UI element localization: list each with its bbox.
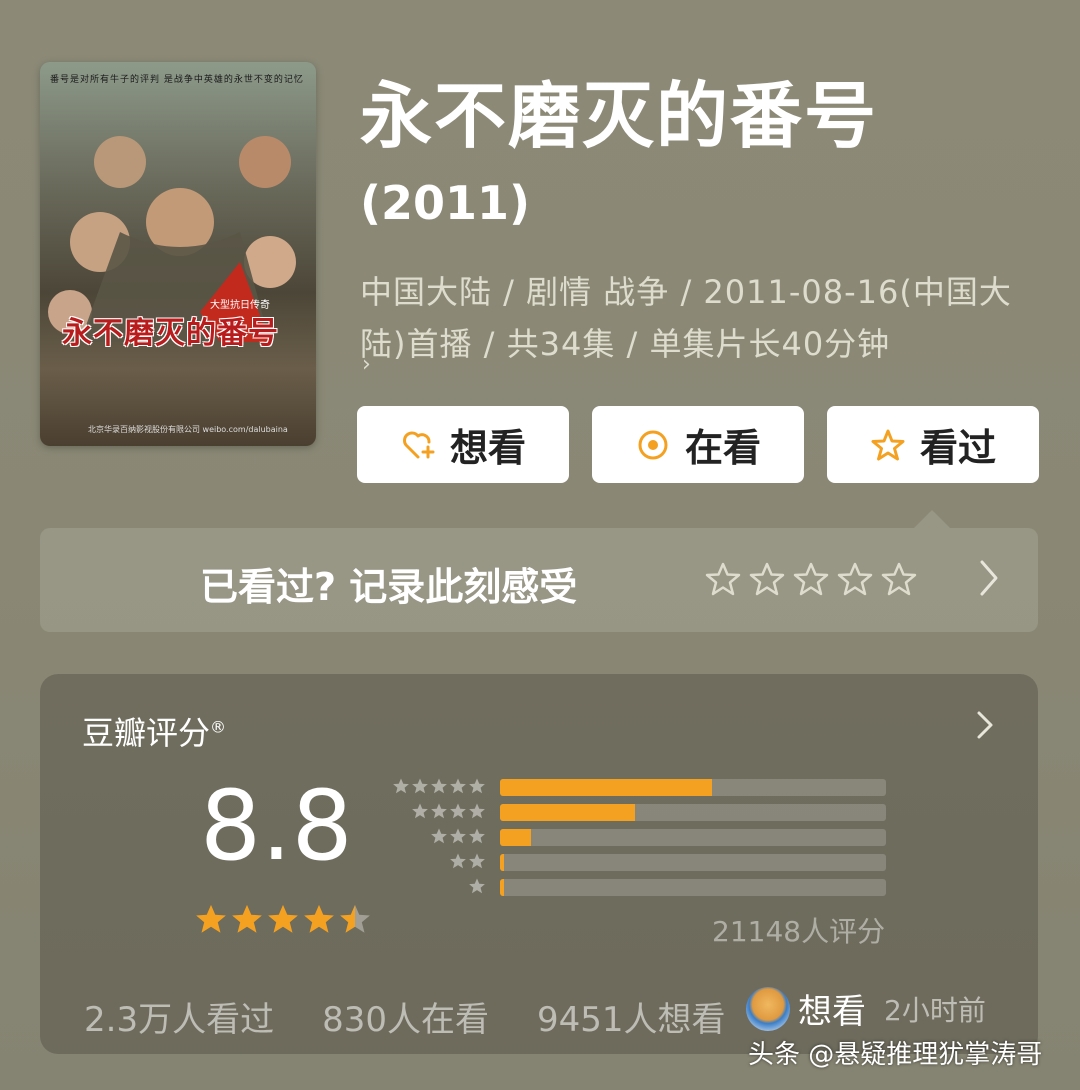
show-year: (2011) [360,176,531,230]
distribution-track [500,779,886,796]
filled-star-icon [304,904,334,933]
poster-credit: 北京华录百纳影视股份有限公司 weibo.com/dalubaina [88,425,288,434]
watched-button-label: 看过 [919,426,996,470]
distribution-bar [500,854,504,871]
small-star-icon [450,778,466,794]
watched-button[interactable]: 看过 [827,406,1039,483]
target-icon [638,430,668,459]
small-star-icon [450,853,466,869]
distribution-row-3 [390,826,890,851]
show-meta[interactable]: 中国大陆 / 剧情 战争 / 2011-08-16(中国大陆)首播 / 共34集… [360,266,1040,370]
stat-watched[interactable]: 2.3万人看过 [84,992,274,1041]
distribution-track [500,829,886,846]
stat-want[interactable]: 9451人想看 [537,992,726,1041]
watching-button[interactable]: 在看 [592,406,804,483]
distribution-row-1 [390,876,890,901]
rating-count: 21148人评分 [712,915,886,948]
half-star-icon [340,904,370,933]
distribution-bar [500,779,713,796]
row-stars [468,877,486,895]
overlay-want-text: 想看 [798,992,866,1032]
notification-overlay: 想看 2小时前 [746,984,986,1033]
small-star-icon [469,878,485,894]
row-stars [430,827,486,845]
distribution-row-4 [390,801,890,826]
empty-star-icon[interactable] [880,560,918,598]
rating-card-title: 豆瓣评分® [82,708,226,754]
distribution-bar [500,804,636,821]
chevron-right-icon[interactable] [978,558,1000,598]
distribution-row-5 [390,776,890,801]
distribution-track [500,804,886,821]
row-stars [411,802,486,820]
record-stars[interactable] [704,560,918,598]
small-star-icon [450,828,466,844]
filled-star-icon [196,904,226,933]
stats-row: 2.3万人看过 830人在看 9451人想看 [84,992,726,1041]
filled-star-icon [268,904,298,933]
stat-watching[interactable]: 830人在看 [322,992,489,1041]
empty-star-icon[interactable] [836,560,874,598]
row-stars [449,852,486,870]
empty-star-icon[interactable] [792,560,830,598]
rating-score: 8.8 [200,770,353,882]
small-star-icon [469,828,485,844]
show-title: 永不磨灭的番号 [360,74,879,158]
small-star-icon [450,803,466,819]
star-icon [871,429,905,460]
poster-figures [48,136,296,342]
registered-mark: ® [210,717,227,737]
row-stars [392,777,486,795]
filled-star-icon [232,904,262,933]
watching-button-label: 在看 [684,426,761,470]
small-star-icon [393,778,409,794]
meta-more-chevron-icon[interactable]: › [362,352,371,377]
chevron-right-icon[interactable] [976,710,994,740]
small-star-icon [469,853,485,869]
record-feeling-label: 已看过? 记录此刻感受 [200,565,578,609]
small-star-icon [469,778,485,794]
small-star-icon [469,803,485,819]
want-button-label: 想看 [449,426,526,470]
heart-plus-icon [403,431,435,458]
small-star-icon [431,778,447,794]
score-stars [194,902,372,936]
rating-title-text: 豆瓣评分 [82,714,211,752]
distribution-track [500,879,886,896]
distribution-bar [500,829,531,846]
empty-star-icon[interactable] [748,560,786,598]
small-star-icon [431,803,447,819]
poster-title: 永不磨灭的番号 [62,316,279,351]
distribution-bar [500,879,504,896]
poster-image[interactable]: 番号是对所有牛子的评判 是战争中英雄的永世不变的记忆 大型抗日传奇 永不磨灭的番… [40,62,316,446]
small-star-icon [412,778,428,794]
avatar[interactable] [746,986,790,1031]
small-star-icon [412,803,428,819]
want-button[interactable]: 想看 [357,406,569,483]
action-buttons: 想看 在看 看过 [357,406,1039,483]
distribution-track [500,854,886,871]
rating-distribution [390,776,890,901]
record-feeling-bar[interactable]: 已看过? 记录此刻感受 [40,528,1038,632]
watermark: 头条 @悬疑推理犹掌涛哥 [748,1040,1043,1070]
small-star-icon [431,828,447,844]
overlay-time: 2小时前 [884,993,986,1027]
empty-star-icon[interactable] [704,560,742,598]
distribution-row-2 [390,851,890,876]
bubble-pointer [914,510,950,528]
